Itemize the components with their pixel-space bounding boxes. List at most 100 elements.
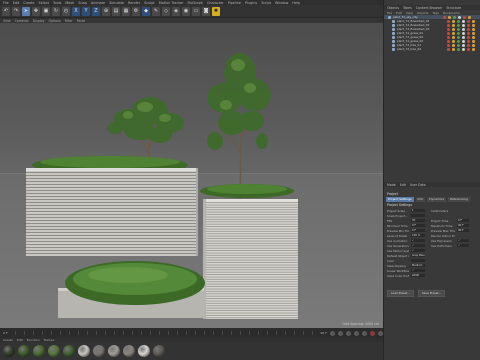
live-selection-icon[interactable]: ➤ bbox=[22, 6, 30, 16]
next-frame-icon[interactable] bbox=[354, 330, 359, 336]
material-swatch[interactable] bbox=[93, 345, 105, 357]
menu-item-render[interactable]: Render bbox=[128, 1, 140, 5]
material-tag-icon[interactable] bbox=[447, 35, 450, 39]
material-tag-icon[interactable] bbox=[462, 35, 465, 39]
material-tag-icon[interactable] bbox=[457, 19, 460, 23]
material-tag-icon[interactable] bbox=[457, 39, 460, 43]
record-icon[interactable] bbox=[370, 330, 375, 336]
material-swatch[interactable] bbox=[48, 345, 60, 357]
obj-menu-view[interactable]: View bbox=[406, 11, 413, 15]
material-swatch[interactable] bbox=[33, 345, 45, 357]
menu-item-plugins[interactable]: Plugins bbox=[245, 1, 257, 5]
move-icon[interactable]: ✥ bbox=[32, 6, 40, 16]
material-tag-icon[interactable] bbox=[447, 43, 450, 47]
material-tag-icon[interactable] bbox=[462, 31, 465, 35]
attr-edit[interactable]: Edit bbox=[400, 183, 406, 187]
attr-user-data[interactable]: User Data bbox=[410, 183, 426, 187]
timeline[interactable]: 0 F 90 F bbox=[0, 328, 383, 338]
material-tag-icon[interactable] bbox=[462, 23, 465, 27]
material-tag-icon[interactable] bbox=[453, 15, 456, 19]
material-tag-icon[interactable] bbox=[462, 39, 465, 43]
attribute-value[interactable]: Medium bbox=[411, 263, 425, 268]
material-tag-icon[interactable] bbox=[467, 27, 470, 31]
attribute-value[interactable]: ✓ bbox=[457, 243, 469, 248]
material-tag-icon[interactable] bbox=[462, 47, 465, 51]
attribute-value[interactable]: sRGB bbox=[411, 273, 425, 278]
material-tag-icon[interactable] bbox=[472, 39, 475, 43]
subdivision-icon[interactable]: ◇ bbox=[162, 6, 170, 16]
attribute-value[interactable]: 0 F bbox=[411, 223, 425, 228]
material-tag-icon[interactable] bbox=[467, 19, 470, 23]
material-swatch[interactable] bbox=[123, 345, 135, 357]
rotate-icon[interactable]: ↻ bbox=[52, 6, 60, 16]
render-view-icon[interactable]: ▤ bbox=[112, 6, 120, 16]
material-swatch[interactable] bbox=[153, 345, 165, 357]
viewport-menu-cameras[interactable]: Cameras bbox=[15, 19, 29, 23]
material-swatch[interactable] bbox=[108, 345, 120, 357]
camera-icon[interactable]: ◙ bbox=[202, 6, 210, 16]
material-tag-icon[interactable] bbox=[458, 15, 461, 19]
light-icon[interactable]: ✺ bbox=[212, 6, 220, 16]
material-tag-icon[interactable] bbox=[467, 23, 470, 27]
material-tag-icon[interactable] bbox=[457, 23, 460, 27]
material-tag-icon[interactable] bbox=[467, 47, 470, 51]
attribute-value[interactable]: 1 bbox=[411, 208, 425, 213]
material-tag-icon[interactable] bbox=[462, 43, 465, 47]
menu-item-select[interactable]: Select bbox=[39, 1, 49, 5]
tab-dynamics[interactable]: Dynamics bbox=[427, 197, 447, 202]
menu-item-create[interactable]: Create bbox=[23, 1, 34, 5]
tab-project-settings[interactable]: Project Settings bbox=[386, 197, 414, 202]
tab-content-browser[interactable]: Content Browser bbox=[416, 6, 443, 10]
material-tag-icon[interactable] bbox=[463, 15, 466, 19]
material-tag-icon[interactable] bbox=[452, 23, 455, 27]
viewport-menu-view[interactable]: View bbox=[3, 19, 11, 23]
menu-item-motion-tracker[interactable]: Motion Tracker bbox=[159, 1, 184, 5]
menu-item-mesh[interactable]: Mesh bbox=[65, 1, 74, 5]
object-row[interactable]: plant_72_tree_02 bbox=[384, 47, 480, 51]
planter-scene[interactable] bbox=[0, 23, 383, 328]
z-axis-icon[interactable]: Z bbox=[92, 6, 100, 16]
material-tag-icon[interactable] bbox=[457, 43, 460, 47]
material-tag-icon[interactable] bbox=[472, 47, 475, 51]
menu-item-file[interactable]: File bbox=[3, 1, 9, 5]
material-swatch[interactable] bbox=[3, 345, 15, 357]
obj-menu-bookmarks[interactable]: Bookmarks bbox=[443, 11, 460, 15]
play-icon[interactable] bbox=[346, 330, 351, 336]
attribute-value[interactable]: 30 bbox=[411, 218, 425, 223]
menu-item-character[interactable]: Character bbox=[207, 1, 224, 5]
obj-menu-objects[interactable]: Objects bbox=[417, 11, 428, 15]
coordinate-system-icon[interactable]: ⊕ bbox=[102, 6, 110, 16]
menu-item-help[interactable]: Help bbox=[292, 1, 300, 5]
tab-takes[interactable]: Takes bbox=[403, 6, 412, 10]
redo-icon[interactable]: ↷ bbox=[12, 6, 20, 16]
viewport-menu-display[interactable]: Display bbox=[33, 19, 45, 23]
timeline-ruler[interactable] bbox=[14, 331, 314, 335]
menu-item-sculpt[interactable]: Sculpt bbox=[144, 1, 155, 5]
material-tag-icon[interactable] bbox=[472, 27, 475, 31]
menu-item-snap[interactable]: Snap bbox=[78, 1, 87, 5]
recent-tool-icon[interactable]: ◴ bbox=[62, 6, 70, 16]
attribute-value[interactable]: ✓ bbox=[411, 243, 425, 248]
material-tag-icon[interactable] bbox=[447, 27, 450, 31]
obj-menu-edit[interactable]: Edit bbox=[396, 11, 402, 15]
attribute-value[interactable] bbox=[411, 213, 425, 218]
tab-info[interactable]: Info bbox=[415, 197, 426, 202]
material-tag-icon[interactable] bbox=[467, 39, 470, 43]
goto-start-icon[interactable] bbox=[330, 330, 335, 336]
attribute-value[interactable]: ✓ bbox=[411, 268, 425, 273]
attr-mode[interactable]: Mode bbox=[387, 183, 396, 187]
material-swatch[interactable] bbox=[18, 345, 30, 357]
material-swatch[interactable] bbox=[78, 345, 90, 357]
material-tag-icon[interactable] bbox=[467, 35, 470, 39]
array-icon[interactable]: ◈ bbox=[172, 6, 180, 16]
menu-item-edit[interactable]: Edit bbox=[13, 1, 20, 5]
attribute-value[interactable]: ✓ bbox=[411, 248, 425, 253]
tab-referencing[interactable]: Referencing bbox=[448, 197, 470, 202]
material-tag-icon[interactable] bbox=[472, 43, 475, 47]
material-tag-icon[interactable] bbox=[472, 19, 475, 23]
menu-item-window[interactable]: Window bbox=[275, 1, 288, 5]
attribute-value[interactable]: ✓ bbox=[411, 238, 425, 243]
viewport-menu-options[interactable]: Options bbox=[49, 19, 61, 23]
menu-item-tools[interactable]: Tools bbox=[53, 1, 61, 5]
scale-icon[interactable]: ▣ bbox=[42, 6, 50, 16]
